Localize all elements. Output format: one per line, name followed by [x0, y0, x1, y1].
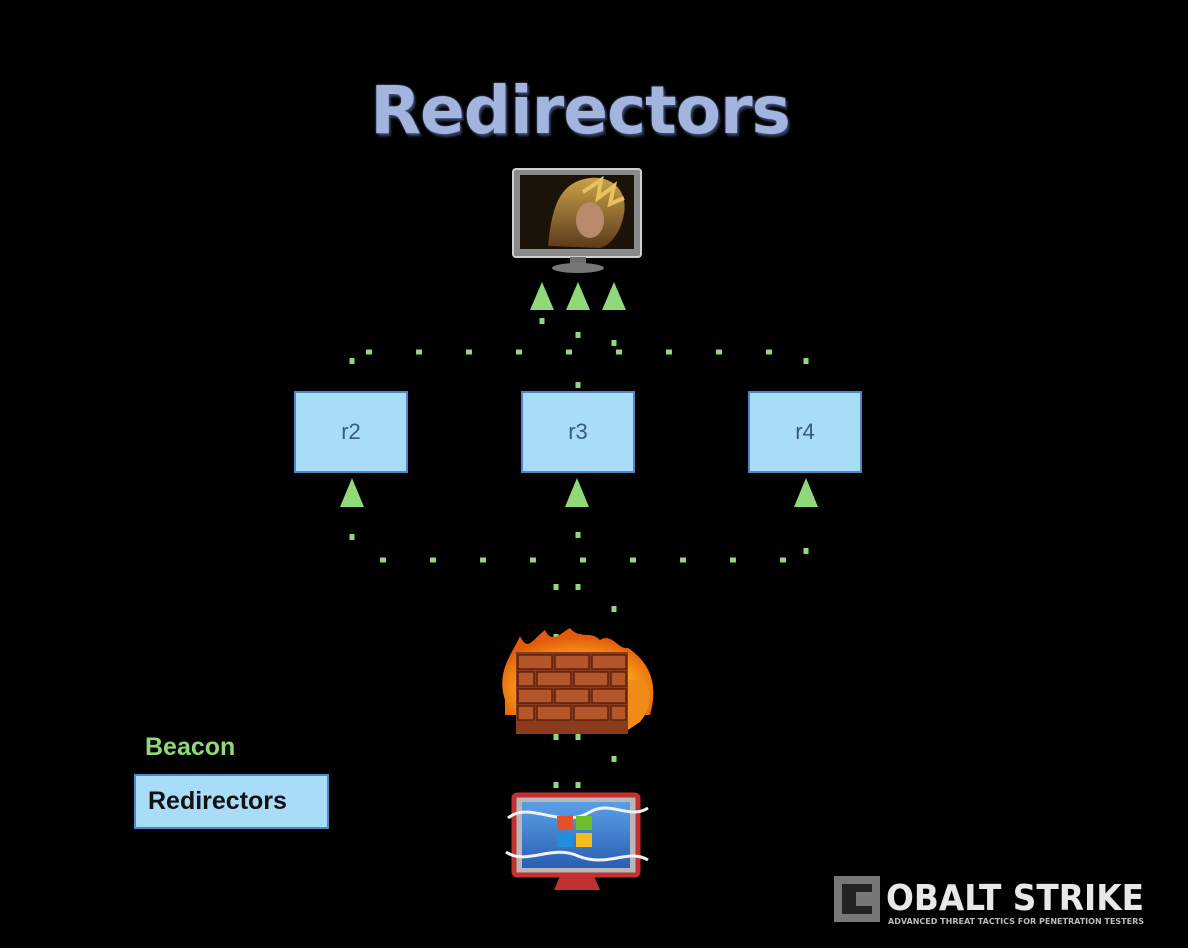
- node-label: r2: [341, 419, 361, 444]
- attacker-monitor-icon: [512, 168, 642, 273]
- svg-text:OBALT STRIKE: OBALT STRIKE: [886, 878, 1144, 919]
- redirector-node-r2: r2: [294, 391, 408, 473]
- redirector-node-r3: r3: [521, 391, 635, 473]
- redirector-node-r4: r4: [748, 391, 862, 473]
- node-label: r3: [568, 419, 588, 444]
- svg-text:ADVANCED THREAT TACTICS FOR PE: ADVANCED THREAT TACTICS FOR PENETRATION …: [888, 917, 1144, 926]
- firewall-icon: [502, 628, 654, 734]
- legend-beacon: Beacon: [145, 733, 236, 761]
- node-label: r4: [795, 419, 815, 444]
- legend-redirectors-label: Redirectors: [148, 787, 287, 815]
- legend-redirectors: Redirectors: [134, 774, 329, 829]
- cobalt-strike-logo: OBALT STRIKE ADVANCED THREAT TACTICS FOR…: [834, 876, 1144, 926]
- windows-target-icon: [505, 792, 649, 890]
